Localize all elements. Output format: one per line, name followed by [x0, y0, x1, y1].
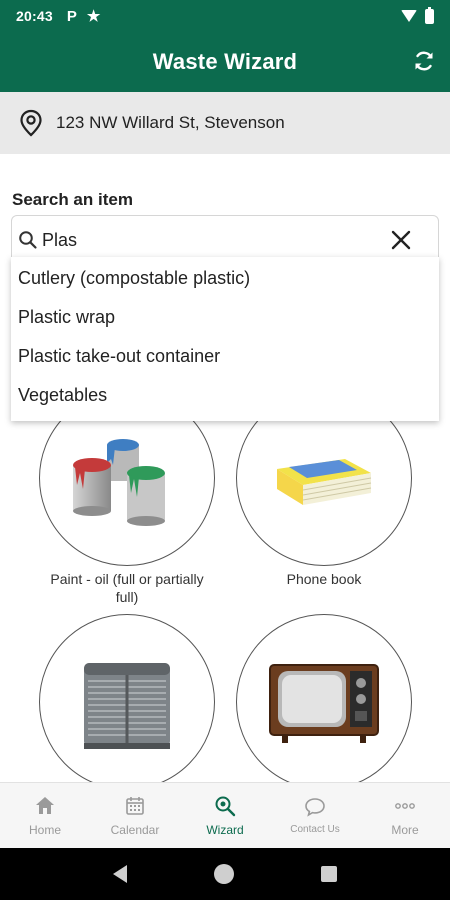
parking-icon: P: [66, 7, 77, 25]
television-image: [269, 664, 379, 743]
nav-label: Wizard: [206, 822, 244, 837]
status-time: 20:43: [16, 8, 53, 24]
suggestion-dropdown: Cutlery (compostable plastic) Plastic wr…: [11, 257, 439, 421]
nav-label: Home: [28, 822, 61, 837]
item-circle[interactable]: [39, 614, 215, 790]
item-label: Paint - oil (full or partially full): [50, 571, 204, 605]
system-nav-bar: [0, 848, 450, 900]
app-title: Waste Wizard: [152, 49, 298, 74]
nav-wizard[interactable]: Wizard: [180, 783, 270, 848]
recents-icon[interactable]: [320, 866, 337, 882]
bottom-nav: Home Calendar Wizard Contact Us More: [0, 782, 450, 848]
item-card[interactable]: [236, 614, 412, 790]
close-icon[interactable]: [390, 229, 412, 251]
status-bar: 20:43 P ★: [0, 0, 450, 32]
search-input[interactable]: [42, 229, 362, 251]
home-icon: [36, 796, 54, 814]
more-icon: [395, 802, 415, 809]
address-bar[interactable]: 123 NW Willard St, Stevenson: [0, 92, 450, 154]
star-icon: ★: [86, 8, 101, 25]
address-text: 123 NW Willard St, Stevenson: [56, 113, 285, 132]
nav-label: Contact Us: [290, 824, 340, 835]
nav-more[interactable]: More: [360, 783, 450, 848]
item-card[interactable]: [39, 614, 215, 790]
air-conditioner-image: [84, 663, 170, 749]
suggestion-item[interactable]: Vegetables: [11, 376, 439, 415]
wizard-search-icon: [215, 796, 236, 816]
app-bar: Waste Wizard: [0, 32, 450, 92]
battery-icon: [425, 6, 434, 24]
paint-cans-image: [73, 439, 165, 526]
nav-home[interactable]: Home: [0, 783, 90, 848]
suggestion-item[interactable]: Cutlery (compostable plastic): [11, 259, 439, 298]
wifi-icon: [401, 10, 417, 22]
search-icon: [19, 231, 37, 249]
screen: 20:43 P ★ Waste Wizard 123 NW Willard St…: [0, 0, 450, 900]
status-right: [401, 6, 434, 24]
nav-contact-us[interactable]: Contact Us: [270, 783, 360, 848]
nav-calendar[interactable]: Calendar: [90, 783, 180, 848]
location-pin-icon: [20, 109, 42, 137]
chat-icon: [305, 798, 325, 817]
suggestion-item[interactable]: Plastic wrap: [11, 298, 439, 337]
phone-book-image: [277, 459, 372, 505]
search-label: Search an item: [12, 190, 133, 209]
suggestion-item[interactable]: Plastic take-out container: [11, 337, 439, 376]
nav-label: More: [391, 822, 419, 837]
item-label: Phone book: [286, 571, 362, 587]
item-circle[interactable]: [236, 614, 412, 790]
item-card[interactable]: Paint - oil (full or partially full): [39, 390, 215, 606]
home-button-icon[interactable]: [213, 864, 234, 884]
back-icon[interactable]: [113, 865, 128, 883]
refresh-icon[interactable]: [412, 49, 436, 73]
nav-label: Calendar: [110, 822, 160, 837]
calendar-icon: [126, 796, 144, 815]
